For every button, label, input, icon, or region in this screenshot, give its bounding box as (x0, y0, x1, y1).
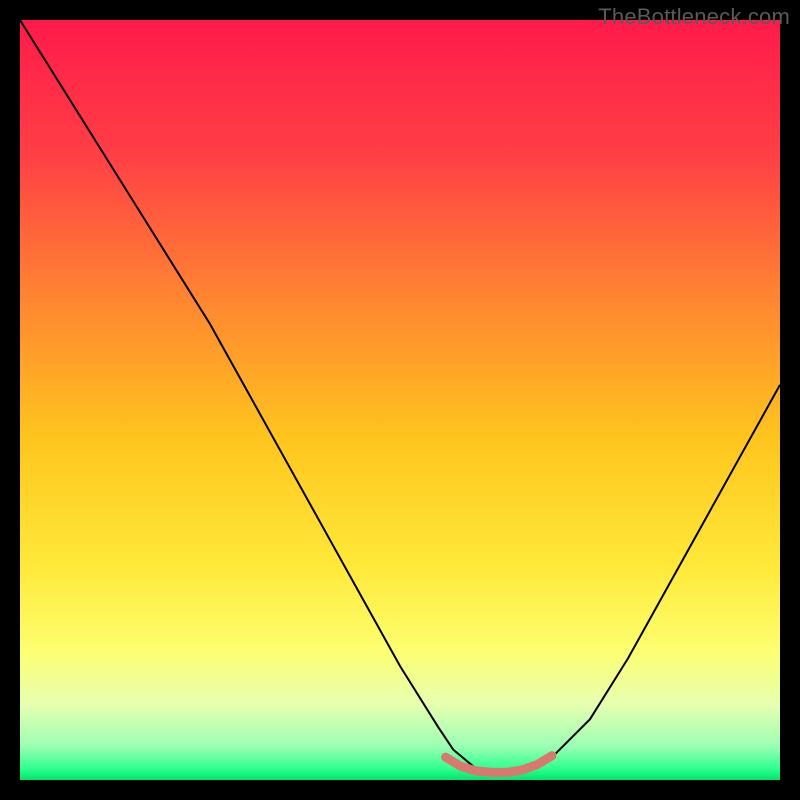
watermark-text: TheBottleneck.com (598, 4, 790, 30)
plot-area (20, 20, 780, 780)
chart-svg (20, 20, 780, 780)
chart-frame: TheBottleneck.com (0, 0, 800, 800)
